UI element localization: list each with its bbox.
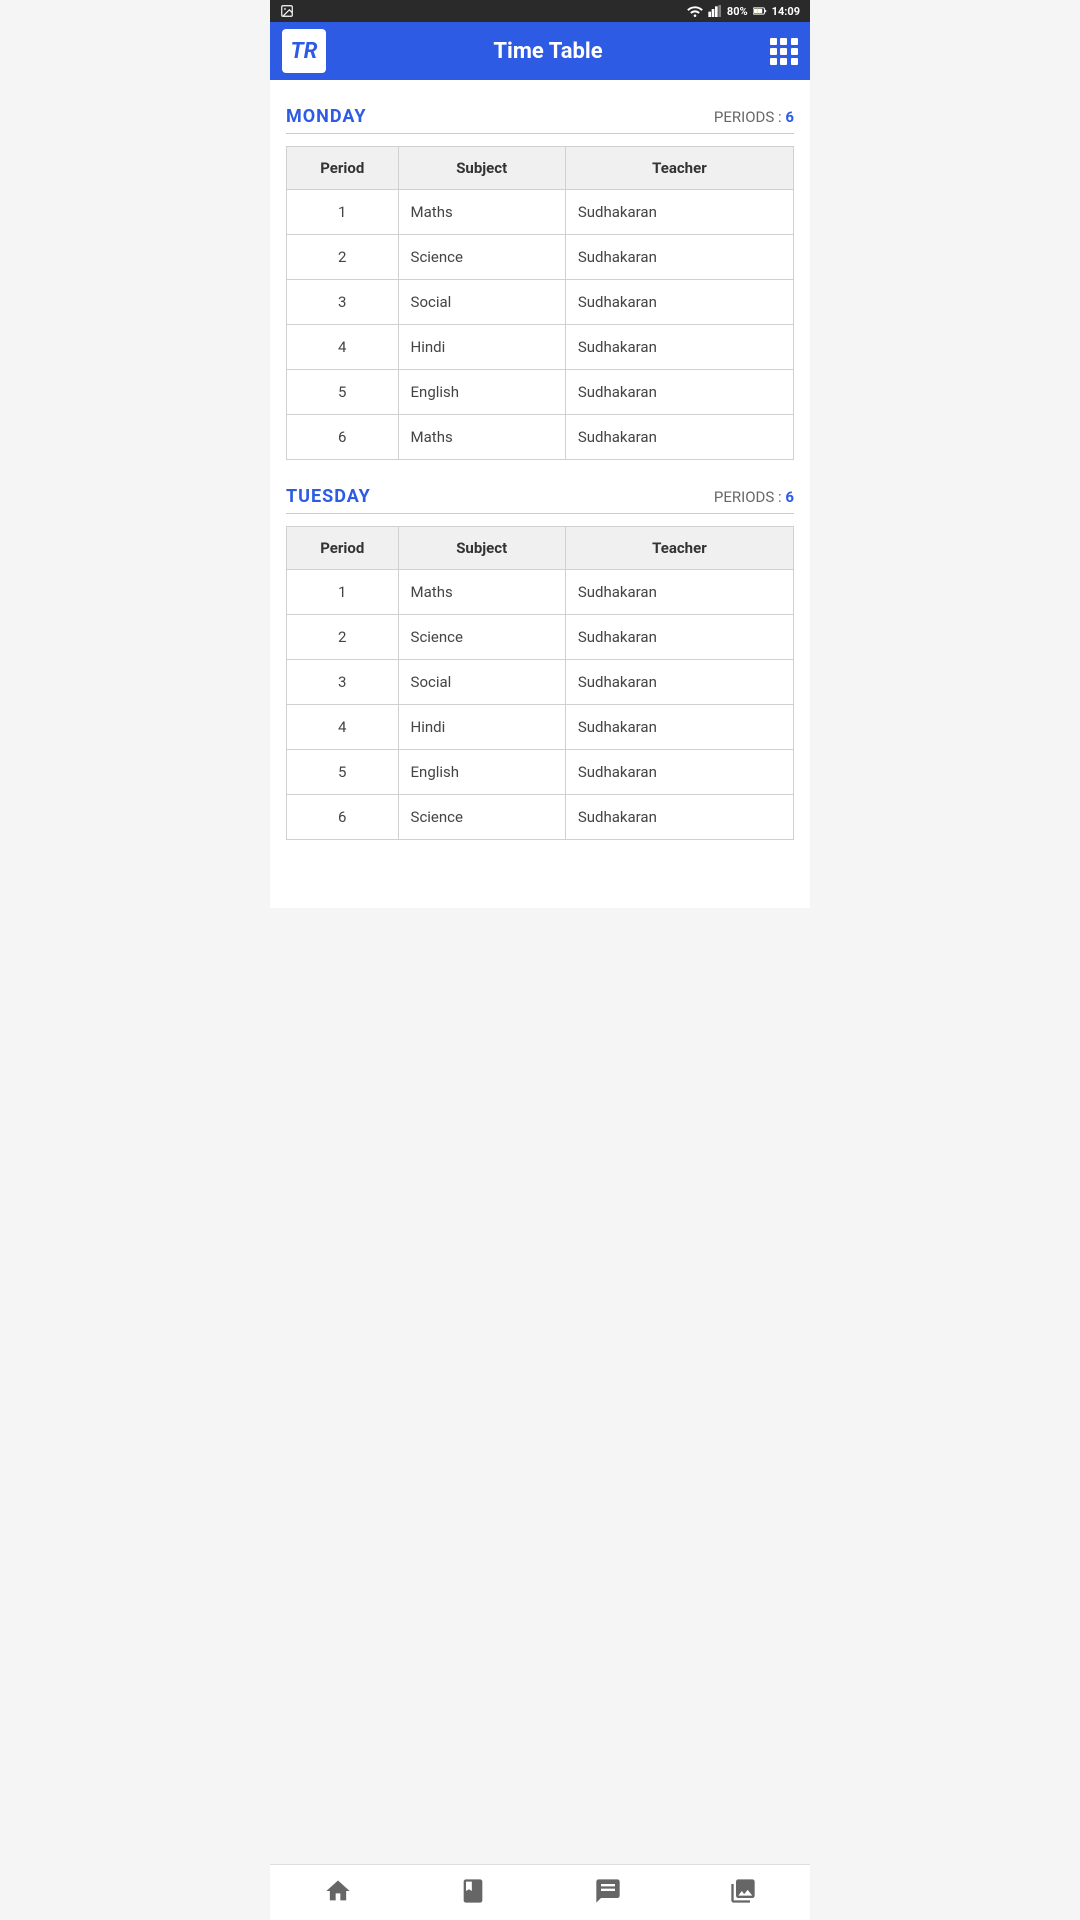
table-row: 5EnglishSudhakaran xyxy=(287,750,794,795)
day-header: MONDAY PERIODS : 6 xyxy=(286,96,794,133)
table-row: 2ScienceSudhakaran xyxy=(287,615,794,660)
cell-subject: Hindi xyxy=(398,705,565,750)
cell-subject: Science xyxy=(398,615,565,660)
day-section-monday: MONDAYPERIODS : 6PeriodSubjectTeacher1Ma… xyxy=(286,96,794,460)
cell-period: 2 xyxy=(287,615,399,660)
cell-subject: Hindi xyxy=(398,325,565,370)
cell-subject: Social xyxy=(398,660,565,705)
day-header: TUESDAY PERIODS : 6 xyxy=(286,476,794,513)
cell-teacher: Sudhakaran xyxy=(565,750,793,795)
periods-count: PERIODS : 6 xyxy=(714,108,794,126)
periods-count: PERIODS : 6 xyxy=(714,488,794,506)
time-display: 14:09 xyxy=(772,5,800,18)
cell-subject: Science xyxy=(398,795,565,840)
cell-period: 6 xyxy=(287,795,399,840)
cell-period: 4 xyxy=(287,705,399,750)
table-row: 6ScienceSudhakaran xyxy=(287,795,794,840)
table-header-subject: Subject xyxy=(398,527,565,570)
day-section-tuesday: TUESDAYPERIODS : 6PeriodSubjectTeacher1M… xyxy=(286,476,794,840)
table-header-period: Period xyxy=(287,527,399,570)
table-row: 5EnglishSudhakaran xyxy=(287,370,794,415)
cell-period: 3 xyxy=(287,660,399,705)
day-divider xyxy=(286,133,794,134)
cell-subject: Maths xyxy=(398,190,565,235)
battery-icon xyxy=(753,5,767,17)
cell-subject: Maths xyxy=(398,415,565,460)
timetable: PeriodSubjectTeacher1MathsSudhakaran2Sci… xyxy=(286,526,794,840)
cell-subject: Science xyxy=(398,235,565,280)
app-title: Time Table xyxy=(326,39,770,64)
cell-period: 1 xyxy=(287,570,399,615)
cell-subject: English xyxy=(398,750,565,795)
table-row: 3SocialSudhakaran xyxy=(287,660,794,705)
bottom-nav xyxy=(270,1864,810,1920)
days-container: MONDAYPERIODS : 6PeriodSubjectTeacher1Ma… xyxy=(286,96,794,840)
cell-teacher: Sudhakaran xyxy=(565,570,793,615)
signal-icon xyxy=(708,5,722,17)
timetable: PeriodSubjectTeacher1MathsSudhakaran2Sci… xyxy=(286,146,794,460)
cell-period: 1 xyxy=(287,190,399,235)
cell-teacher: Sudhakaran xyxy=(565,190,793,235)
cell-teacher: Sudhakaran xyxy=(565,370,793,415)
app-bar: TR Time Table xyxy=(270,22,810,80)
table-row: 1MathsSudhakaran xyxy=(287,190,794,235)
nav-home[interactable] xyxy=(270,1865,405,1920)
cell-subject: English xyxy=(398,370,565,415)
table-row: 2ScienceSudhakaran xyxy=(287,235,794,280)
table-row: 4HindiSudhakaran xyxy=(287,705,794,750)
table-header-teacher: Teacher xyxy=(565,527,793,570)
table-row: 3SocialSudhakaran xyxy=(287,280,794,325)
wifi-icon xyxy=(687,5,703,17)
main-content: MONDAYPERIODS : 6PeriodSubjectTeacher1Ma… xyxy=(270,80,810,908)
day-name: MONDAY xyxy=(286,106,366,127)
cell-teacher: Sudhakaran xyxy=(565,795,793,840)
nav-book[interactable] xyxy=(405,1865,540,1920)
status-right: 80% 14:09 xyxy=(687,5,800,18)
cell-period: 2 xyxy=(287,235,399,280)
cell-period: 5 xyxy=(287,750,399,795)
status-left xyxy=(280,4,294,18)
table-row: 6MathsSudhakaran xyxy=(287,415,794,460)
cell-period: 4 xyxy=(287,325,399,370)
nav-chat[interactable] xyxy=(540,1865,675,1920)
app-logo: TR xyxy=(282,29,326,73)
day-name: TUESDAY xyxy=(286,486,371,507)
nav-gallery[interactable] xyxy=(675,1865,810,1920)
cell-teacher: Sudhakaran xyxy=(565,660,793,705)
cell-subject: Social xyxy=(398,280,565,325)
cell-subject: Maths xyxy=(398,570,565,615)
book-icon xyxy=(459,1877,487,1909)
cell-teacher: Sudhakaran xyxy=(565,415,793,460)
cell-teacher: Sudhakaran xyxy=(565,235,793,280)
status-bar: 80% 14:09 xyxy=(270,0,810,22)
grid-menu-icon[interactable] xyxy=(770,38,798,65)
day-divider xyxy=(286,513,794,514)
image-icon xyxy=(280,4,294,18)
cell-teacher: Sudhakaran xyxy=(565,325,793,370)
cell-period: 5 xyxy=(287,370,399,415)
chat-icon xyxy=(594,1877,622,1909)
cell-period: 3 xyxy=(287,280,399,325)
table-header-period: Period xyxy=(287,147,399,190)
cell-teacher: Sudhakaran xyxy=(565,705,793,750)
cell-teacher: Sudhakaran xyxy=(565,615,793,660)
table-header-subject: Subject xyxy=(398,147,565,190)
table-row: 4HindiSudhakaran xyxy=(287,325,794,370)
battery-text: 80% xyxy=(727,5,748,18)
cell-teacher: Sudhakaran xyxy=(565,280,793,325)
table-header-teacher: Teacher xyxy=(565,147,793,190)
home-icon xyxy=(324,1877,352,1909)
table-row: 1MathsSudhakaran xyxy=(287,570,794,615)
cell-period: 6 xyxy=(287,415,399,460)
gallery-icon xyxy=(729,1877,757,1909)
